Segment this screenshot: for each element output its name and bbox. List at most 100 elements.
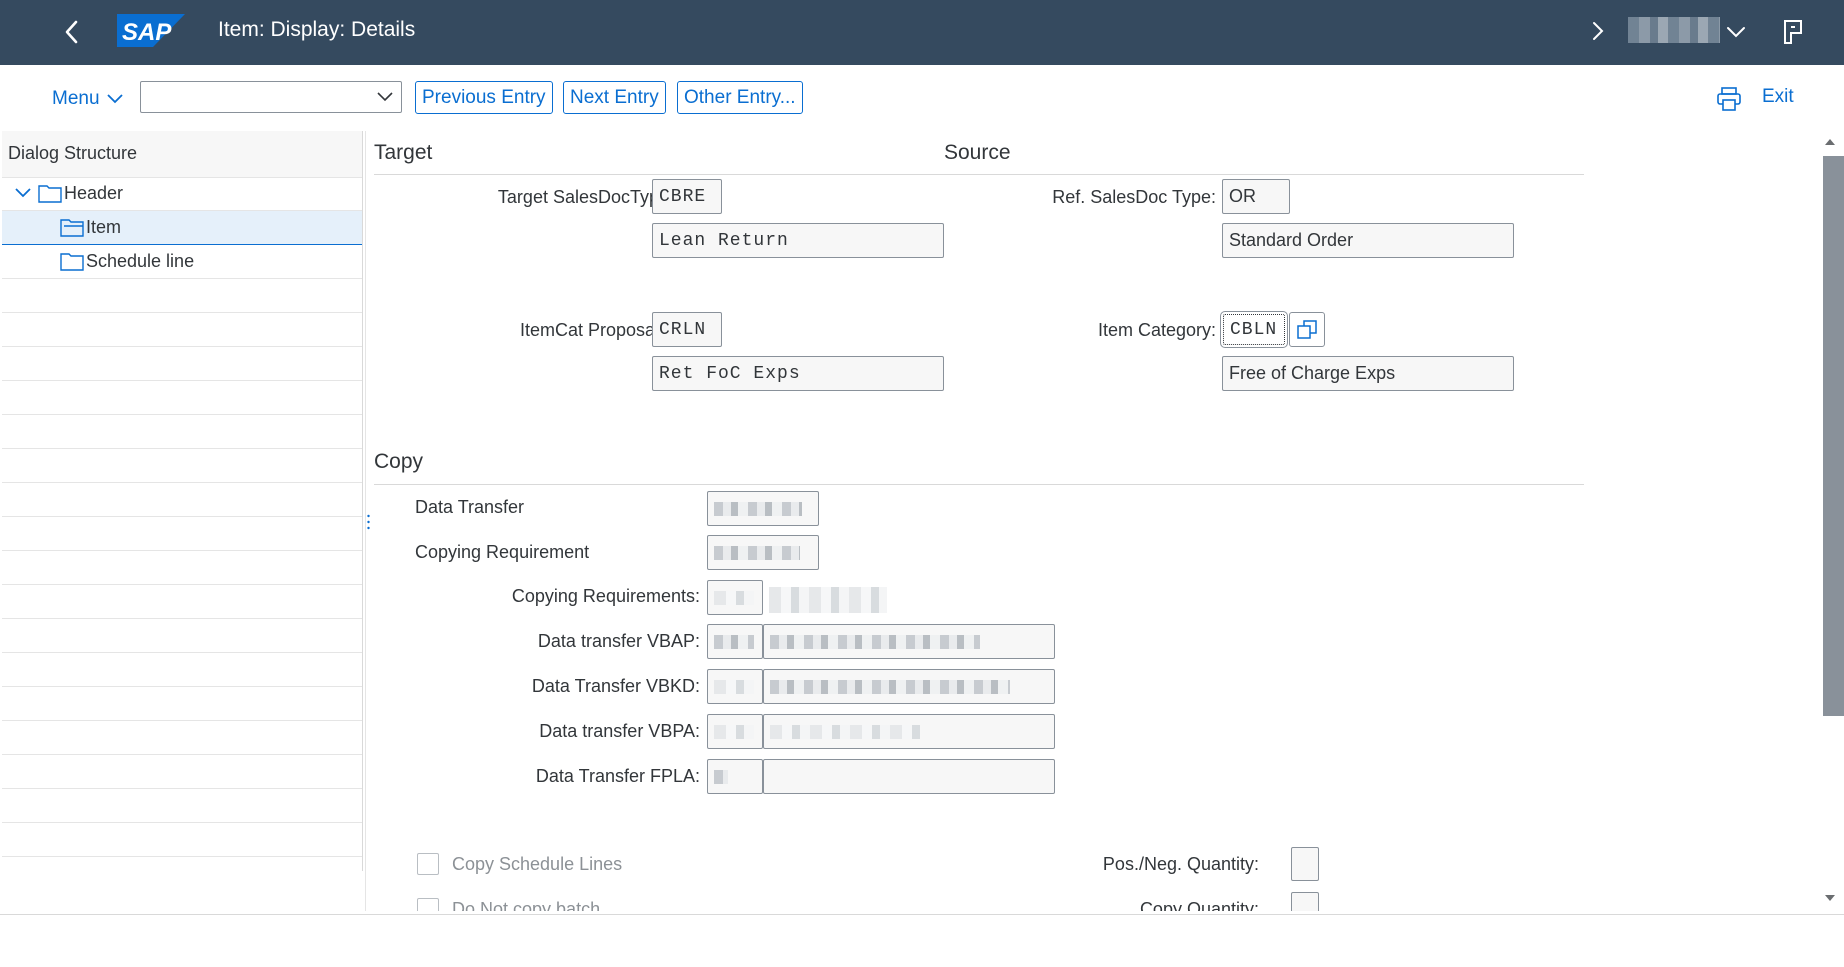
copy-quantity-label: Copy Quantity:	[1139, 899, 1259, 911]
redacted-value	[714, 679, 754, 694]
data-transfer-vbpa-desc-field[interactable]	[763, 714, 1055, 749]
splitter-grip-icon[interactable]	[367, 514, 370, 530]
tree-header: Dialog Structure	[2, 131, 362, 178]
item-category-desc-field[interactable]: Free of Charge Exps	[1222, 356, 1514, 391]
tree-empty-row	[2, 721, 362, 755]
redacted-value	[714, 634, 754, 649]
copy-heading: Copy	[374, 450, 424, 473]
shell-more-button[interactable]	[1584, 16, 1612, 46]
chevron-down-icon	[1727, 27, 1745, 38]
copying-requirements-label: Copying Requirements:	[511, 586, 700, 606]
dialog-structure-tree: Dialog Structure Header Item Schedule li…	[2, 131, 363, 871]
do-not-copy-batch-label: Do Not copy batch	[452, 899, 601, 911]
tree-item-label: Schedule line	[86, 251, 195, 271]
folder-icon	[38, 185, 62, 203]
source-heading: Source	[944, 141, 1011, 164]
ref-salesdoc-label: Ref. SalesDoc Type:	[1052, 187, 1216, 207]
next-entry-button[interactable]: Next Entry	[563, 81, 666, 114]
data-transfer-vbkd-desc-field[interactable]	[763, 669, 1055, 704]
tree-empty-row	[2, 551, 362, 585]
item-category-field[interactable]: CBLN	[1220, 311, 1288, 348]
data-transfer-fpla-field[interactable]	[707, 759, 763, 794]
tree-empty-row	[2, 449, 362, 483]
section-separator	[374, 484, 1584, 485]
redacted-value	[714, 501, 802, 516]
user-name-redacted[interactable]	[1628, 17, 1720, 43]
tree-item-item[interactable]: Item	[2, 211, 362, 245]
tree-title: Dialog Structure	[8, 143, 138, 163]
redacted-value	[770, 634, 980, 649]
target-salesdoc-desc-field[interactable]: Lean Return	[652, 223, 944, 258]
data-transfer-vbkd-field[interactable]	[707, 669, 763, 704]
copy-quantity-field[interactable]	[1291, 892, 1319, 911]
tree-empty-row	[2, 789, 362, 823]
data-transfer-vbap-desc-field[interactable]	[763, 624, 1055, 659]
tree-empty-row	[2, 823, 362, 857]
folder-icon	[60, 253, 84, 271]
target-heading: Target	[374, 141, 433, 164]
data-transfer-vbkd-label: Data Transfer VBKD:	[531, 676, 700, 696]
product-switch-button[interactable]	[1777, 16, 1809, 48]
clipped-row: Do Not copy batch Copy Quantity:	[374, 891, 1804, 911]
tree-empty-row	[2, 517, 362, 551]
redacted-value	[714, 769, 728, 784]
target-salesdoc-field[interactable]: CBRE	[652, 179, 722, 214]
detail-content: Target Source Target SalesDocTyp: CBRE L…	[374, 131, 1804, 911]
itemcat-proposal-field[interactable]: CRLN	[652, 312, 722, 347]
redacted-value	[714, 590, 754, 605]
target-salesdoc-label: Target SalesDocTyp:	[497, 187, 664, 207]
tree-item-header[interactable]: Header	[2, 177, 362, 211]
user-menu-chevron[interactable]	[1722, 18, 1750, 46]
data-transfer-vbap-label: Data transfer VBAP:	[537, 631, 700, 651]
tree-empty-row	[2, 619, 362, 653]
scroll-down-arrow-icon[interactable]	[1822, 892, 1838, 904]
tree-item-label: Header	[64, 183, 124, 203]
data-transfer-field[interactable]	[707, 491, 819, 526]
copy-schedule-lines-checkbox[interactable]	[417, 853, 439, 875]
data-transfer-label: Data Transfer	[415, 497, 525, 517]
do-not-copy-batch-checkbox[interactable]	[417, 898, 439, 911]
tree-empty-row	[2, 415, 362, 449]
footer-bar	[0, 914, 1844, 967]
copy-icon	[1297, 319, 1317, 339]
copying-requirement-field[interactable]	[707, 535, 819, 570]
data-transfer-fpla-desc-field[interactable]	[763, 759, 1055, 794]
chevron-down-icon[interactable]	[14, 186, 32, 200]
chevron-right-icon	[1593, 22, 1604, 40]
tree-empty-row	[2, 653, 362, 687]
tree-empty-row	[2, 313, 362, 347]
tree-empty-row	[2, 279, 362, 313]
ref-salesdoc-field[interactable]: OR	[1222, 179, 1290, 214]
tree-empty-row	[2, 483, 362, 517]
itemcat-proposal-desc-field[interactable]: Ret FoC Exps	[652, 356, 944, 391]
pos-neg-quantity-field[interactable]	[1291, 847, 1319, 881]
exit-button[interactable]: Exit	[1762, 86, 1794, 108]
chevron-left-icon	[65, 20, 78, 44]
data-transfer-vbpa-label: Data transfer VBPA:	[539, 721, 700, 741]
svg-text:SAP: SAP	[122, 19, 172, 46]
previous-entry-button[interactable]: Previous Entry	[415, 81, 553, 114]
tree-empty-row	[2, 347, 362, 381]
ref-salesdoc-desc-field[interactable]: Standard Order	[1222, 223, 1514, 258]
scroll-up-arrow-icon[interactable]	[1822, 136, 1838, 148]
command-field[interactable]	[140, 81, 402, 113]
scrollbar-thumb[interactable]	[1823, 156, 1844, 716]
item-category-label: Item Category:	[1097, 320, 1216, 340]
print-icon[interactable]	[1715, 86, 1743, 112]
tree-item-schedule-line[interactable]: Schedule line	[2, 245, 362, 279]
data-transfer-vbpa-field[interactable]	[707, 714, 763, 749]
data-transfer-fpla-label: Data Transfer FPLA:	[535, 766, 700, 786]
copy-schedule-lines-label: Copy Schedule Lines	[452, 854, 623, 874]
tree-empty-row	[2, 585, 362, 619]
vertical-scrollbar[interactable]	[1822, 136, 1844, 906]
back-button[interactable]	[52, 12, 92, 52]
copying-requirements-field[interactable]	[707, 580, 763, 615]
product-switch-icon	[1784, 20, 1802, 44]
redacted-value	[714, 724, 754, 739]
data-transfer-vbap-field[interactable]	[707, 624, 763, 659]
section-separator	[374, 174, 1584, 175]
value-help-button[interactable]	[1289, 312, 1325, 347]
menu-button[interactable]: Menu	[52, 86, 124, 112]
other-entry-button[interactable]: Other Entry...	[677, 81, 803, 114]
tree-item-label: Item	[86, 217, 122, 237]
